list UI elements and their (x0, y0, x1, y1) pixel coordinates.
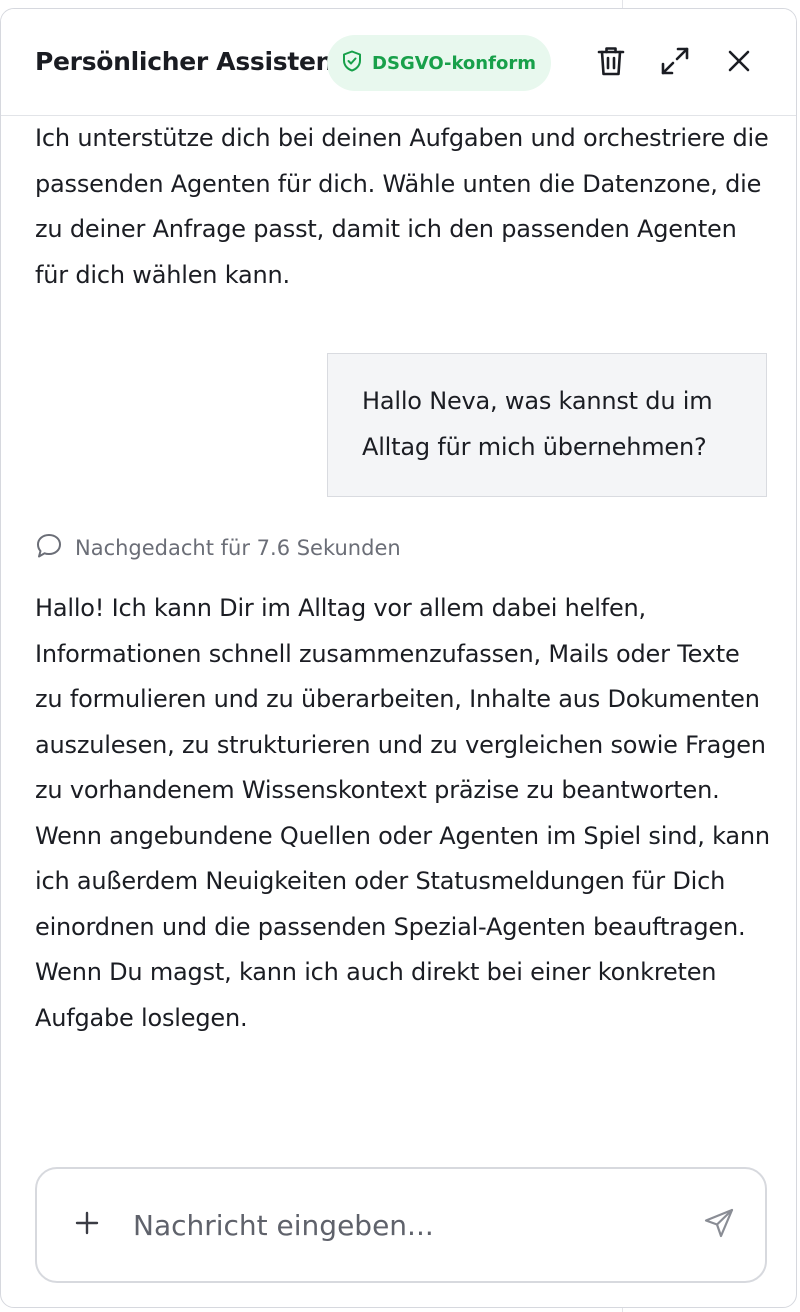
message-composer (35, 1167, 767, 1283)
assistant-panel: Persönlicher Assistent DSGVO-konform Ich… (0, 8, 797, 1308)
thought-label: Nachgedacht für 7.6 Sekunden (75, 536, 401, 560)
assistant-reply-message: Hallo! Ich kann Dir im Alltag vor allem … (35, 594, 770, 1032)
speech-bubble-icon (35, 532, 63, 565)
close-button[interactable] (717, 41, 761, 85)
user-message-bubble: Hallo Neva, was kannst du im Alltag für … (327, 353, 767, 497)
message-input[interactable] (133, 1197, 673, 1253)
panel-header: Persönlicher Assistent DSGVO-konform (1, 9, 796, 116)
send-icon (703, 1207, 735, 1243)
close-icon (728, 50, 750, 76)
conversation-area: Ich unterstütze dich bei deinen Aufgaben… (1, 116, 796, 1156)
thought-indicator[interactable]: Nachgedacht für 7.6 Sekunden (35, 528, 401, 568)
plus-icon (75, 1211, 99, 1239)
dsgvo-badge: DSGVO-konform (327, 35, 551, 91)
panel-title: Persönlicher Assistent (35, 47, 345, 76)
expand-button[interactable] (653, 41, 697, 85)
assistant-intro-message: Ich unterstütze dich bei deinen Aufgaben… (35, 124, 769, 289)
add-attachment-button[interactable] (67, 1205, 107, 1245)
expand-icon (660, 46, 690, 80)
badge-label: DSGVO-konform (372, 52, 536, 74)
trash-icon (597, 45, 625, 81)
delete-chat-button[interactable] (589, 41, 633, 85)
send-button[interactable] (697, 1203, 741, 1247)
shield-check-icon (342, 50, 362, 76)
